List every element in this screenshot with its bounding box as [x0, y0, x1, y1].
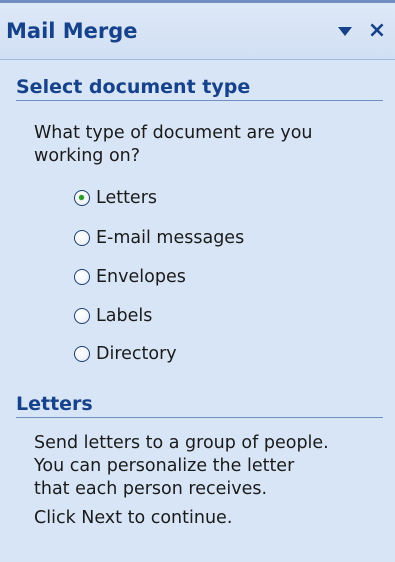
- document-type-question: What type of document are you working on…: [34, 122, 379, 168]
- radio-checked-icon[interactable]: [74, 190, 90, 206]
- radio-option-labels[interactable]: Labels: [74, 304, 152, 328]
- radio-option-email-messages[interactable]: E-mail messages: [74, 226, 244, 250]
- radio-unchecked-icon[interactable]: [74, 269, 90, 285]
- description-line: Send letters to a group of people.: [34, 433, 329, 453]
- radio-unchecked-icon[interactable]: [74, 346, 90, 362]
- radio-label-envelopes[interactable]: Envelopes: [96, 267, 186, 287]
- section-heading-select-document-type: Select document type: [16, 76, 383, 101]
- radio-unchecked-icon[interactable]: [74, 308, 90, 324]
- description-line: You can personalize the letter: [34, 456, 295, 476]
- radio-label-directory[interactable]: Directory: [96, 344, 177, 364]
- question-line: working on?: [34, 146, 141, 166]
- radio-label-letters[interactable]: Letters: [96, 188, 157, 208]
- close-icon[interactable]: ×: [366, 17, 388, 45]
- question-line: What type of document are you: [34, 123, 313, 143]
- section-heading-letters: Letters: [16, 393, 383, 418]
- radio-label-email-messages[interactable]: E-mail messages: [96, 228, 244, 248]
- radio-option-envelopes[interactable]: Envelopes: [74, 265, 186, 289]
- continue-instruction: Click Next to continue.: [34, 508, 233, 528]
- radio-label-labels[interactable]: Labels: [96, 306, 152, 326]
- radio-option-letters[interactable]: Letters: [74, 186, 157, 210]
- task-pane-title-bar: Mail Merge ×: [0, 3, 395, 60]
- description-line: that each person receives.: [34, 479, 268, 499]
- triangle-down-icon[interactable]: [338, 27, 352, 36]
- radio-unchecked-icon[interactable]: [74, 230, 90, 246]
- pane-title: Mail Merge: [6, 19, 138, 43]
- radio-option-directory[interactable]: Directory: [74, 342, 177, 366]
- letters-description: Send letters to a group of people. You c…: [34, 432, 389, 501]
